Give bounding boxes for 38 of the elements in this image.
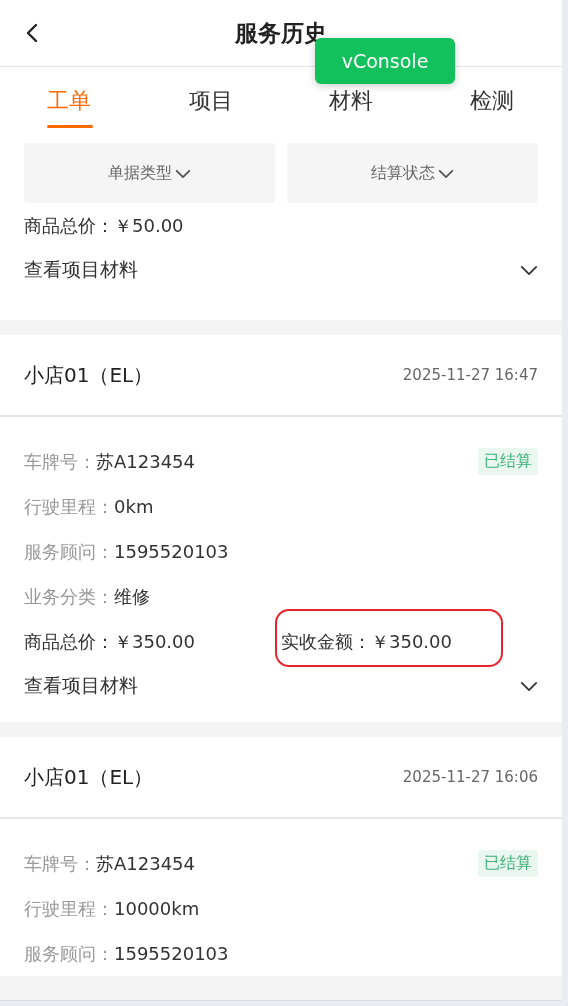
amount-value: ￥50.00: [114, 214, 184, 236]
field-label: 服务顾问：: [24, 941, 114, 966]
expand-link[interactable]: 查看项目材料: [24, 673, 138, 699]
chevron-down-icon[interactable]: [520, 264, 538, 276]
field-label: 服务顾问：: [24, 539, 114, 564]
amount-value: ￥350.00: [114, 630, 195, 652]
shop-name: 小店01（EL）: [24, 763, 154, 791]
status-tag: 已结算: [478, 448, 538, 475]
field-value: 10000km: [114, 898, 200, 919]
tab[interactable]: 检测: [469, 86, 514, 116]
amount-label: 实收金额：: [281, 630, 371, 652]
field-label: 车牌号：: [24, 851, 96, 876]
chevron-down-icon: [173, 167, 192, 179]
status-tag: 已结算: [478, 850, 538, 877]
amount-label: 商品总价：: [24, 630, 114, 652]
field-value: 苏A123454: [96, 449, 196, 474]
tab[interactable]: 材料: [329, 86, 374, 116]
tab[interactable]: 项目: [188, 86, 233, 116]
field-label: 车牌号：: [24, 449, 96, 474]
field-value: 0km: [114, 496, 154, 517]
filter-dropdown[interactable]: 结算状态: [287, 143, 538, 203]
record-time: 2025-11-27 16:06: [402, 768, 538, 786]
field-value: 1595520103: [114, 943, 229, 964]
field-label: 业务分类：: [24, 584, 114, 609]
record-time: 2025-11-27 16:47: [402, 366, 538, 384]
field-label: 行驶里程：: [24, 896, 114, 921]
field-value: 苏A123454: [96, 851, 196, 876]
field-label: 行驶里程：: [24, 494, 114, 519]
field-value: 维修: [114, 584, 150, 609]
chevron-down-icon: [436, 167, 455, 179]
filter-dropdown[interactable]: 单据类型: [24, 143, 275, 203]
shop-name: 小店01（EL）: [24, 361, 154, 389]
amount-value: ￥350.00: [371, 630, 452, 652]
back-icon[interactable]: [26, 23, 38, 43]
amount-label: 商品总价：: [24, 214, 114, 236]
field-value: 1595520103: [114, 541, 229, 562]
chevron-down-icon[interactable]: [520, 680, 538, 692]
expand-link[interactable]: 查看项目材料: [24, 257, 138, 283]
